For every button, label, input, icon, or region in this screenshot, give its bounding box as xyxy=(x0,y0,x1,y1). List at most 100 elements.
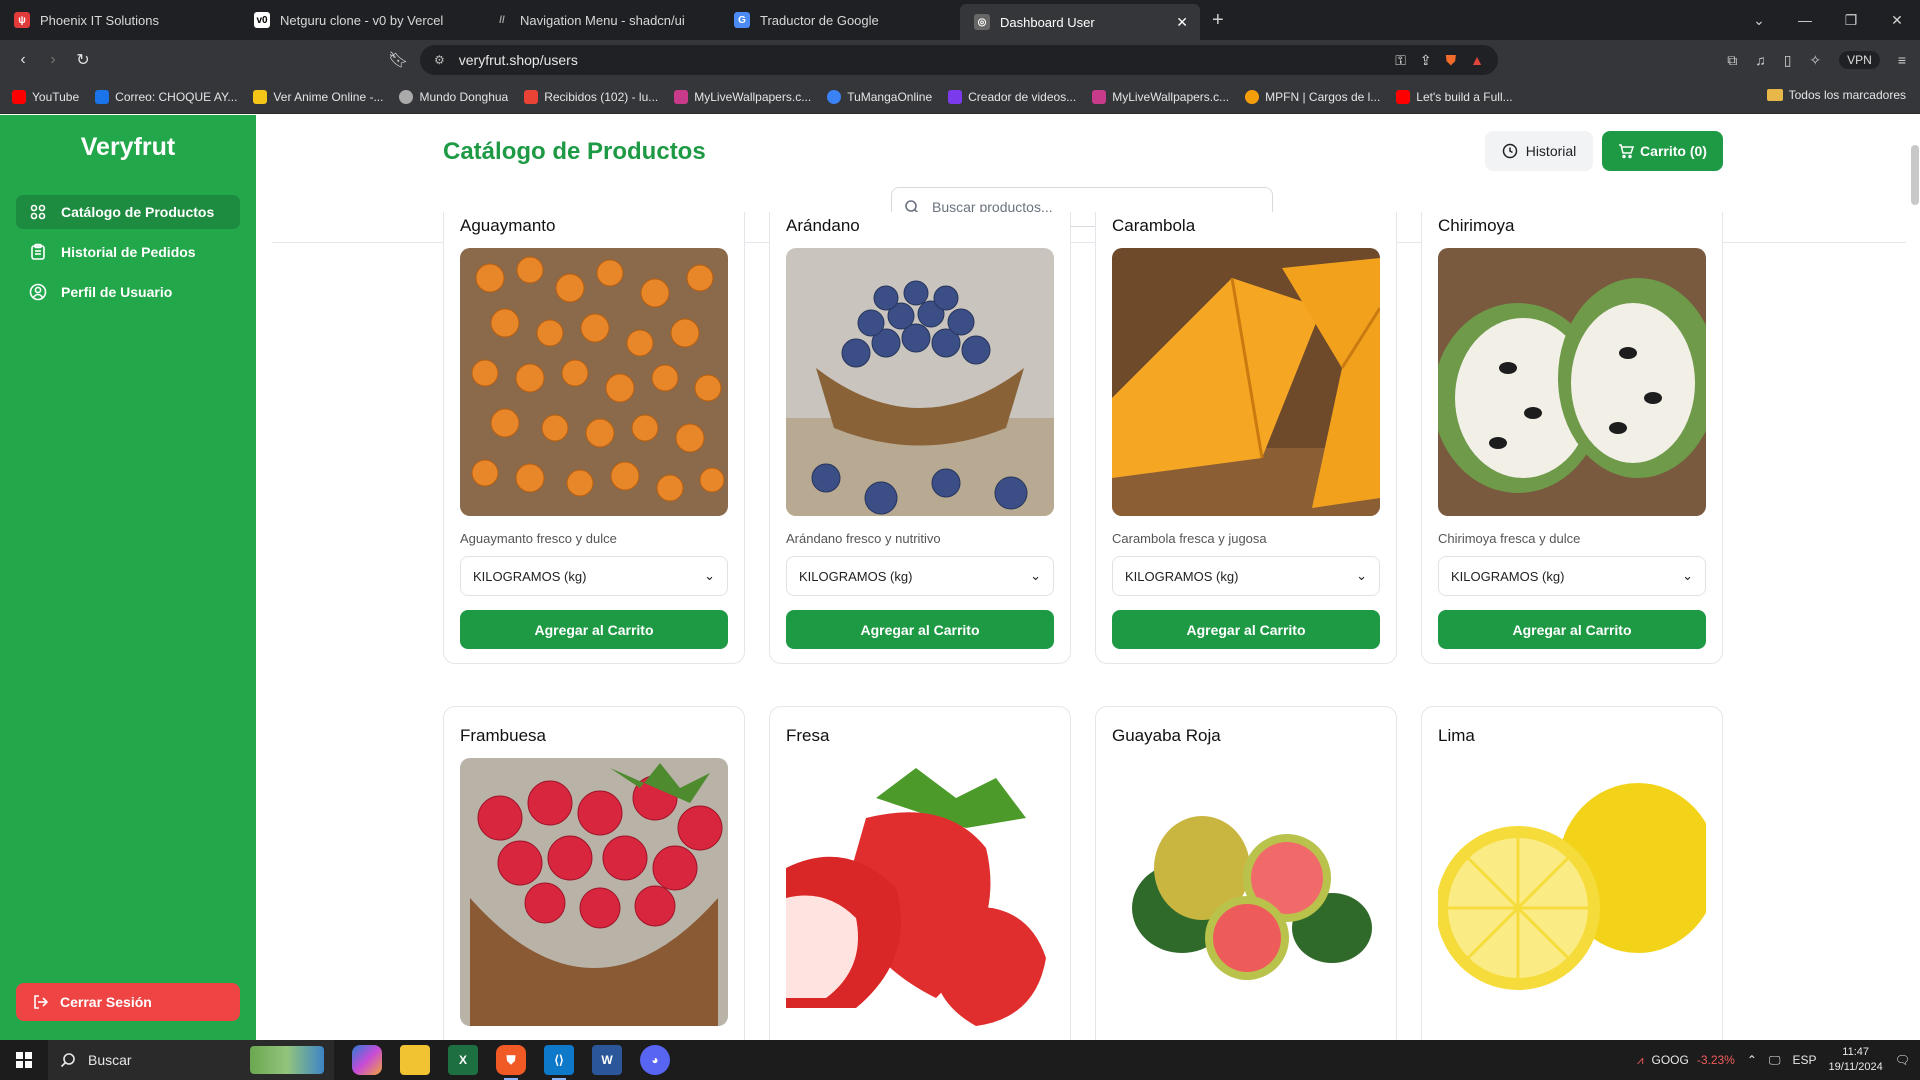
tab-list-chevron-icon[interactable]: ⌄ xyxy=(1736,12,1782,29)
tab-title: Traductor de Google xyxy=(760,12,879,28)
all-bookmarks-button[interactable]: Todos los marcadores xyxy=(1766,88,1906,102)
menu-icon[interactable]: ≡ xyxy=(1898,52,1906,68)
close-tab-icon[interactable]: ✕ xyxy=(1176,14,1188,31)
notification-icon[interactable]: 🗨︎ xyxy=(1895,1053,1910,1067)
excel-icon[interactable]: X xyxy=(448,1045,478,1075)
browser-tab[interactable]: G Traductor de Google xyxy=(720,0,960,40)
sidebar-item-label: Perfil de Usuario xyxy=(61,284,173,300)
bookmark-item[interactable]: Correo: CHOQUE AY... xyxy=(95,89,237,104)
chevron-down-icon: ⌄ xyxy=(1356,568,1367,583)
product-image-lima xyxy=(1438,758,1706,1026)
forward-icon[interactable]: › xyxy=(38,51,68,69)
network-icon[interactable]: 🖵︎ xyxy=(1769,1053,1781,1068)
main-content: Catálogo de Productos Historial Carrito … xyxy=(256,115,1920,1040)
bookmark-item[interactable]: MyLiveWallpapers.c... xyxy=(1092,89,1229,104)
chevron-up-icon[interactable]: ⌃ xyxy=(1747,1053,1757,1067)
add-to-cart-button[interactable]: Agregar al Carrito xyxy=(786,610,1054,649)
bookmark-item[interactable]: Let's build a Full... xyxy=(1396,89,1513,104)
youtube-icon xyxy=(12,89,26,104)
minimize-icon[interactable]: — xyxy=(1782,12,1828,28)
user-circle-icon xyxy=(29,283,47,301)
key-icon[interactable]: ⚿ xyxy=(1395,52,1406,69)
browser-tab[interactable]: // Navigation Menu - shadcn/ui xyxy=(480,0,720,40)
outlook-icon xyxy=(95,89,110,104)
unit-select[interactable]: KILOGRAMOS (kg) ⌄ xyxy=(460,556,728,596)
unit-select[interactable]: KILOGRAMOS (kg) ⌄ xyxy=(1112,556,1380,596)
unit-select[interactable]: KILOGRAMOS (kg) ⌄ xyxy=(1438,556,1706,596)
media-icon[interactable]: ♫ xyxy=(1755,52,1766,68)
add-to-cart-button[interactable]: Agregar al Carrito xyxy=(1438,610,1706,649)
bookmark-item[interactable]: Creador de videos... xyxy=(948,89,1076,104)
add-to-cart-button[interactable]: Agregar al Carrito xyxy=(460,610,728,649)
reload-icon[interactable]: ↻ xyxy=(68,50,98,70)
unit-select[interactable]: KILOGRAMOS (kg) ⌄ xyxy=(786,556,1054,596)
brave-rewards-icon[interactable]: ▲ xyxy=(1470,52,1484,68)
history-button[interactable]: Historial xyxy=(1485,131,1593,171)
bookmark-item[interactable]: MPFN | Cargos de l... xyxy=(1245,89,1380,104)
cart-button[interactable]: Carrito (0) xyxy=(1602,131,1723,171)
back-icon[interactable]: ‹ xyxy=(8,51,38,69)
brave-shield-icon[interactable]: ⛊ xyxy=(1446,52,1457,69)
vpn-button[interactable]: VPN xyxy=(1839,51,1880,69)
product-description: Aguaymanto fresco y dulce xyxy=(460,531,617,546)
sidebar-item-historial[interactable]: Historial de Pedidos xyxy=(16,235,240,269)
logout-button[interactable]: Cerrar Sesión xyxy=(16,983,240,1021)
vscode-icon[interactable]: ⟨⟩ xyxy=(544,1045,574,1080)
stock-widget[interactable]: ⩘ GOOG -3.23% xyxy=(1637,1053,1735,1068)
close-window-icon[interactable]: ✕ xyxy=(1874,12,1920,29)
browser-tab[interactable]: ψ Phoenix IT Solutions xyxy=(0,0,240,40)
sidebar-item-perfil[interactable]: Perfil de Usuario xyxy=(16,275,240,309)
bookmark-item[interactable]: MyLiveWallpapers.c... xyxy=(674,89,811,104)
clock[interactable]: 11:47 19/11/2024 xyxy=(1829,1045,1883,1075)
bookmark-icon[interactable]: 🔖︎ xyxy=(388,50,408,70)
product-card: Fresa xyxy=(769,706,1071,1040)
file-explorer-icon[interactable] xyxy=(400,1045,430,1075)
logout-label: Cerrar Sesión xyxy=(60,994,152,1010)
browser-tab-bar: ψ Phoenix IT Solutions v0 Netguru clone … xyxy=(0,0,1920,40)
tab-title: Phoenix IT Solutions xyxy=(40,12,159,28)
product-description: Chirimoya fresca y dulce xyxy=(1438,531,1581,546)
anime-site-icon xyxy=(253,89,268,104)
restore-icon[interactable]: ❐ xyxy=(1828,12,1874,29)
browser-tab-active[interactable]: ◎ Dashboard User ✕ xyxy=(960,4,1200,40)
sidebar-toggle-icon[interactable]: ▯ xyxy=(1784,52,1792,69)
site-info-icon[interactable]: ⚙ xyxy=(434,53,445,67)
youtube-icon xyxy=(1396,89,1411,104)
product-card: Aguaymanto Aguaymanto fresco y dulce KIL… xyxy=(443,212,745,664)
product-card: Lima xyxy=(1421,706,1723,1040)
globe-favicon-icon: ◎ xyxy=(974,14,990,30)
sidebar-item-catalogo[interactable]: Catálogo de Productos xyxy=(16,195,240,229)
product-name: Chirimoya xyxy=(1438,216,1515,235)
product-name: Arándano xyxy=(786,216,860,235)
chevron-down-icon: ⌄ xyxy=(704,568,715,583)
chevron-down-icon: ⌄ xyxy=(1682,568,1693,583)
language-indicator[interactable]: ESP xyxy=(1793,1053,1817,1067)
add-to-cart-button[interactable]: Agregar al Carrito xyxy=(1112,610,1380,649)
brand-logo[interactable]: Veryfrut xyxy=(0,133,256,162)
share-icon[interactable]: ⇪ xyxy=(1420,52,1432,69)
bookmark-item[interactable]: Ver Anime Online -... xyxy=(253,89,383,104)
bookmark-item[interactable]: Mundo Donghua xyxy=(399,89,508,104)
word-icon[interactable]: W xyxy=(592,1045,622,1075)
wallpaper-site-icon xyxy=(1092,89,1107,104)
extensions-icon[interactable]: ⧉ xyxy=(1727,52,1737,69)
url-field[interactable]: ⚙ veryfrut.shop/users ⚿ ⇪ ⛊ ▲ xyxy=(420,45,1498,75)
page-scrollbar[interactable] xyxy=(1910,115,1920,1040)
brave-browser-icon[interactable]: ⛊ xyxy=(496,1045,526,1080)
leo-ai-icon[interactable]: ✧ xyxy=(1809,52,1821,69)
copilot-icon[interactable] xyxy=(352,1045,382,1075)
toolbar-right: ⧉ ♫ ▯ ✧ VPN ≡ xyxy=(1727,40,1906,80)
discord-icon[interactable]: ◕ xyxy=(640,1045,670,1075)
scrollbar-thumb[interactable] xyxy=(1911,145,1919,205)
bookmark-item[interactable]: Recibidos (102) - lu... xyxy=(524,89,658,104)
windows-taskbar: Buscar X ⛊ ⟨⟩ W ◕ ⩘ GOOG -3.23% ⌃ 🖵︎ ESP… xyxy=(0,1040,1920,1080)
taskbar-search[interactable]: Buscar xyxy=(48,1040,334,1080)
browser-tab[interactable]: v0 Netguru clone - v0 by Vercel xyxy=(240,0,480,40)
new-tab-button[interactable]: + xyxy=(1200,9,1236,32)
bookmark-item[interactable]: TuMangaOnline xyxy=(827,89,932,104)
product-card: Frambuesa xyxy=(443,706,745,1040)
bookmark-item[interactable]: YouTube xyxy=(12,89,79,104)
taskbar-apps: X ⛊ ⟨⟩ W ◕ xyxy=(352,1045,670,1080)
start-button[interactable] xyxy=(0,1040,48,1080)
phoenix-favicon-icon: ψ xyxy=(14,12,30,28)
